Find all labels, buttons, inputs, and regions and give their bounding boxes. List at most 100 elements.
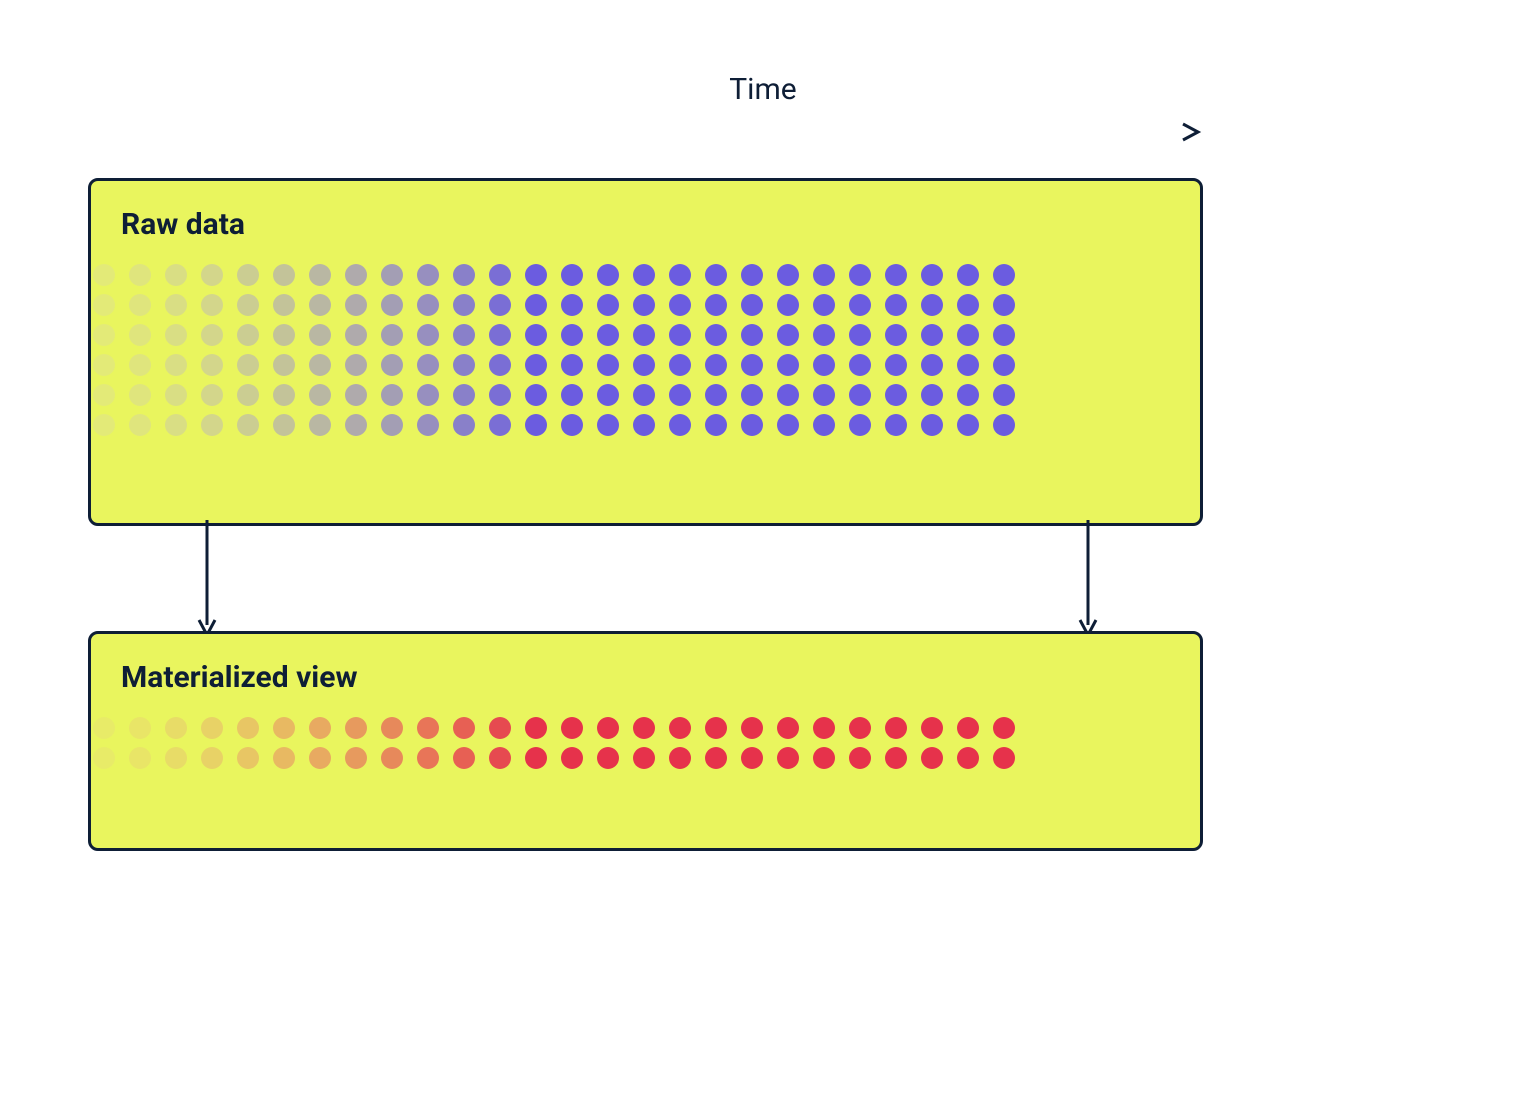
data-dot: [129, 354, 151, 376]
data-dot: [957, 264, 979, 286]
data-dot: [849, 384, 871, 406]
data-dot: [93, 324, 115, 346]
data-dot: [993, 414, 1015, 436]
data-dot: [561, 324, 583, 346]
data-dot: [165, 264, 187, 286]
data-dot: [345, 384, 367, 406]
data-dot: [93, 384, 115, 406]
data-dot: [309, 717, 331, 739]
data-dot: [237, 414, 259, 436]
data-dot: [741, 717, 763, 739]
data-dot: [417, 264, 439, 286]
data-dot: [561, 354, 583, 376]
data-dot: [705, 294, 727, 316]
data-dot: [417, 414, 439, 436]
data-dot: [309, 414, 331, 436]
data-dot: [633, 324, 655, 346]
flow-arrow-right: [1078, 520, 1098, 640]
data-dot: [813, 354, 835, 376]
dot-row: [93, 747, 1170, 769]
data-dot: [453, 717, 475, 739]
data-dot: [633, 264, 655, 286]
data-dot: [381, 717, 403, 739]
data-dot: [129, 294, 151, 316]
data-dot: [957, 324, 979, 346]
data-dot: [633, 354, 655, 376]
data-dot: [525, 354, 547, 376]
data-dot: [669, 384, 691, 406]
data-dot: [345, 294, 367, 316]
data-dot: [309, 354, 331, 376]
data-dot: [885, 384, 907, 406]
raw-data-panel: Raw data: [88, 178, 1203, 526]
materialized-view-dots: [121, 717, 1170, 769]
data-dot: [525, 324, 547, 346]
data-dot: [849, 414, 871, 436]
data-dot: [381, 747, 403, 769]
data-dot: [129, 717, 151, 739]
data-dot: [201, 414, 223, 436]
data-dot: [417, 384, 439, 406]
data-dot: [741, 384, 763, 406]
data-dot: [453, 414, 475, 436]
data-dot: [273, 264, 295, 286]
data-dot: [165, 414, 187, 436]
data-dot: [813, 264, 835, 286]
data-dot: [885, 747, 907, 769]
data-dot: [813, 717, 835, 739]
raw-data-dots: [121, 264, 1170, 436]
data-dot: [381, 354, 403, 376]
data-dot: [93, 354, 115, 376]
data-dot: [885, 717, 907, 739]
data-dot: [525, 747, 547, 769]
data-dot: [381, 324, 403, 346]
data-dot: [237, 354, 259, 376]
data-dot: [309, 747, 331, 769]
dot-row: [93, 264, 1170, 286]
data-dot: [597, 414, 619, 436]
data-dot: [849, 717, 871, 739]
data-dot: [885, 294, 907, 316]
data-dot: [957, 354, 979, 376]
dot-row: [93, 414, 1170, 436]
data-dot: [633, 294, 655, 316]
data-dot: [273, 747, 295, 769]
data-dot: [273, 717, 295, 739]
data-dot: [201, 384, 223, 406]
data-dot: [705, 414, 727, 436]
data-dot: [525, 294, 547, 316]
data-dot: [453, 294, 475, 316]
data-dot: [561, 384, 583, 406]
data-dot: [489, 717, 511, 739]
data-dot: [597, 747, 619, 769]
data-dot: [669, 747, 691, 769]
data-dot: [849, 264, 871, 286]
data-dot: [93, 747, 115, 769]
data-dot: [237, 264, 259, 286]
data-dot: [165, 384, 187, 406]
data-dot: [921, 324, 943, 346]
materialized-view-panel: Materialized view: [88, 631, 1203, 851]
dot-row: [93, 354, 1170, 376]
data-dot: [597, 717, 619, 739]
data-dot: [417, 717, 439, 739]
data-dot: [525, 414, 547, 436]
data-dot: [993, 324, 1015, 346]
data-dot: [777, 414, 799, 436]
time-axis-label: Time: [0, 72, 1526, 107]
data-dot: [273, 414, 295, 436]
data-dot: [489, 354, 511, 376]
data-dot: [309, 384, 331, 406]
data-dot: [813, 384, 835, 406]
data-dot: [381, 384, 403, 406]
data-dot: [705, 264, 727, 286]
data-dot: [597, 354, 619, 376]
data-dot: [597, 264, 619, 286]
data-dot: [633, 717, 655, 739]
data-dot: [777, 354, 799, 376]
data-dot: [237, 324, 259, 346]
data-dot: [129, 384, 151, 406]
data-dot: [993, 294, 1015, 316]
data-dot: [237, 717, 259, 739]
data-dot: [849, 324, 871, 346]
